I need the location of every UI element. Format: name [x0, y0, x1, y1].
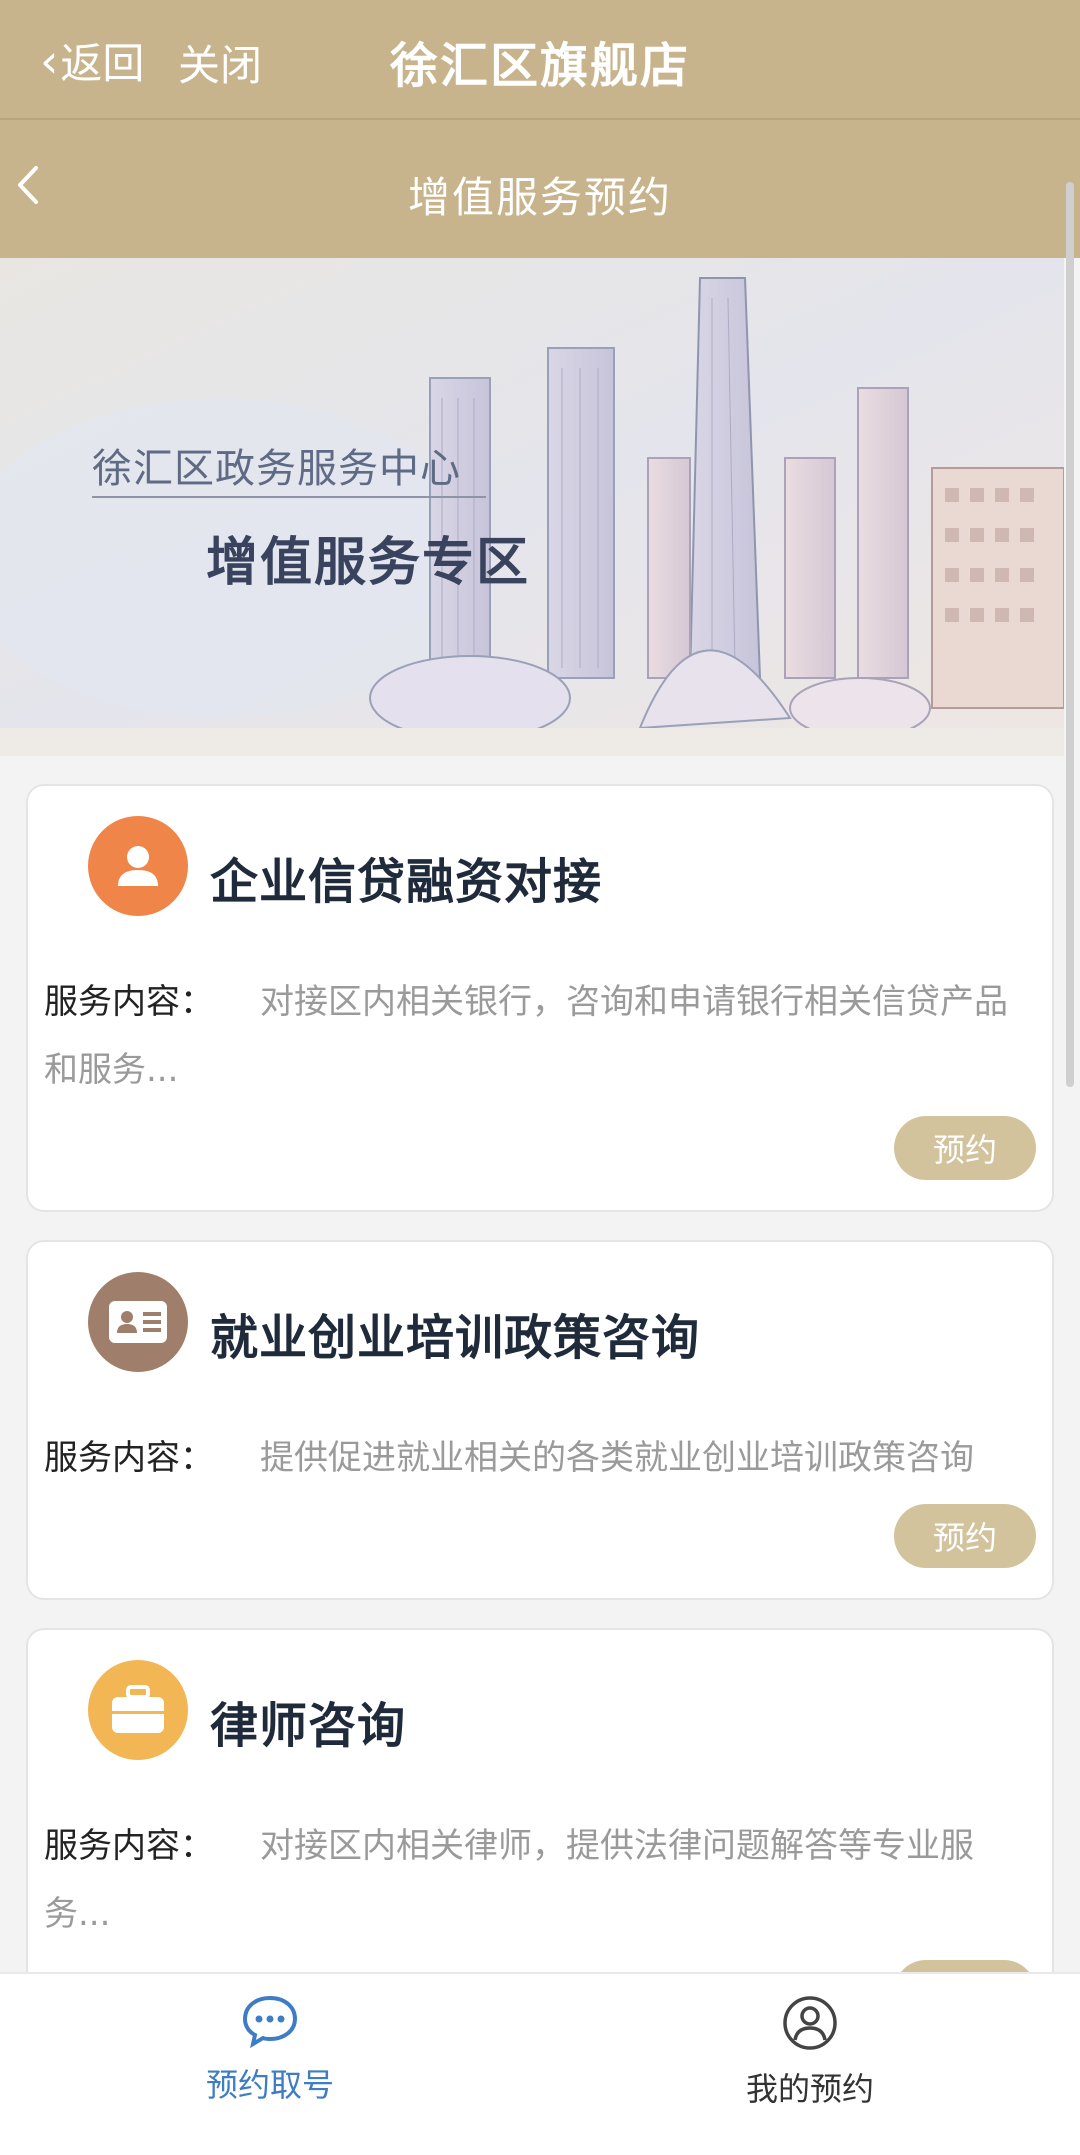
book-button[interactable]: 预约 — [894, 1504, 1036, 1568]
service-desc-label: 服务内容： — [44, 1826, 214, 1866]
tab-label: 预约取号 — [205, 2066, 334, 2104]
service-card[interactable]: 就业创业培训政策咨询 服务内容： 提供促进就业相关的各类就业创业培训政策咨询 预约 — [26, 1240, 1054, 1600]
bottom-tab-bar: 预约取号 我的预约 — [0, 1972, 1080, 2155]
id-card-icon — [88, 1272, 188, 1372]
banner-title: 增值服务专区 — [206, 533, 531, 593]
service-description: 服务内容： 对接区内相关银行，咨询和申请银行相关信贷产品和服务... — [44, 968, 1032, 1104]
service-description: 服务内容： 对接区内相关律师，提供法律问题解答等专业服务... — [44, 1812, 1032, 1948]
service-description: 服务内容： 提供促进就业相关的各类就业创业培训政策咨询 — [44, 1424, 1032, 1492]
scrollbar[interactable] — [1066, 182, 1074, 1087]
tab-label: 我的预约 — [745, 2070, 874, 2108]
banner-divider — [92, 496, 486, 498]
tab-book-number[interactable]: 预约取号 — [150, 1994, 390, 2106]
service-title: 律师咨询 — [210, 1698, 407, 1754]
banner: 徐汇区政务服务中心 增值服务专区 — [0, 258, 1064, 756]
chat-bubble-icon — [242, 1995, 298, 2049]
person-icon — [88, 816, 188, 916]
service-desc-label: 服务内容： — [44, 982, 214, 1022]
book-button[interactable]: 预约 — [894, 1116, 1036, 1180]
app-bar: ‹ 返回 关闭 徐汇区旗舰店 — [0, 0, 1080, 120]
briefcase-icon — [88, 1660, 188, 1760]
service-title: 就业创业培训政策咨询 — [210, 1310, 701, 1366]
service-title: 企业信贷融资对接 — [210, 854, 603, 910]
banner-subtitle: 徐汇区政务服务中心 — [92, 446, 461, 492]
city-illustration — [0, 258, 1064, 756]
user-circle-icon — [783, 1996, 837, 2050]
service-desc-label: 服务内容： — [44, 1438, 214, 1478]
sub-header-title: 增值服务预约 — [407, 173, 672, 222]
sub-header: 增值服务预约 — [0, 120, 1080, 258]
tab-my-bookings[interactable]: 我的预约 — [690, 1994, 930, 2110]
page-title: 徐汇区旗舰店 — [389, 38, 690, 94]
service-card[interactable]: 企业信贷融资对接 服务内容： 对接区内相关银行，咨询和申请银行相关信贷产品和服务.… — [26, 784, 1054, 1212]
service-desc-text: 提供促进就业相关的各类就业创业培训政策咨询 — [260, 1438, 974, 1478]
